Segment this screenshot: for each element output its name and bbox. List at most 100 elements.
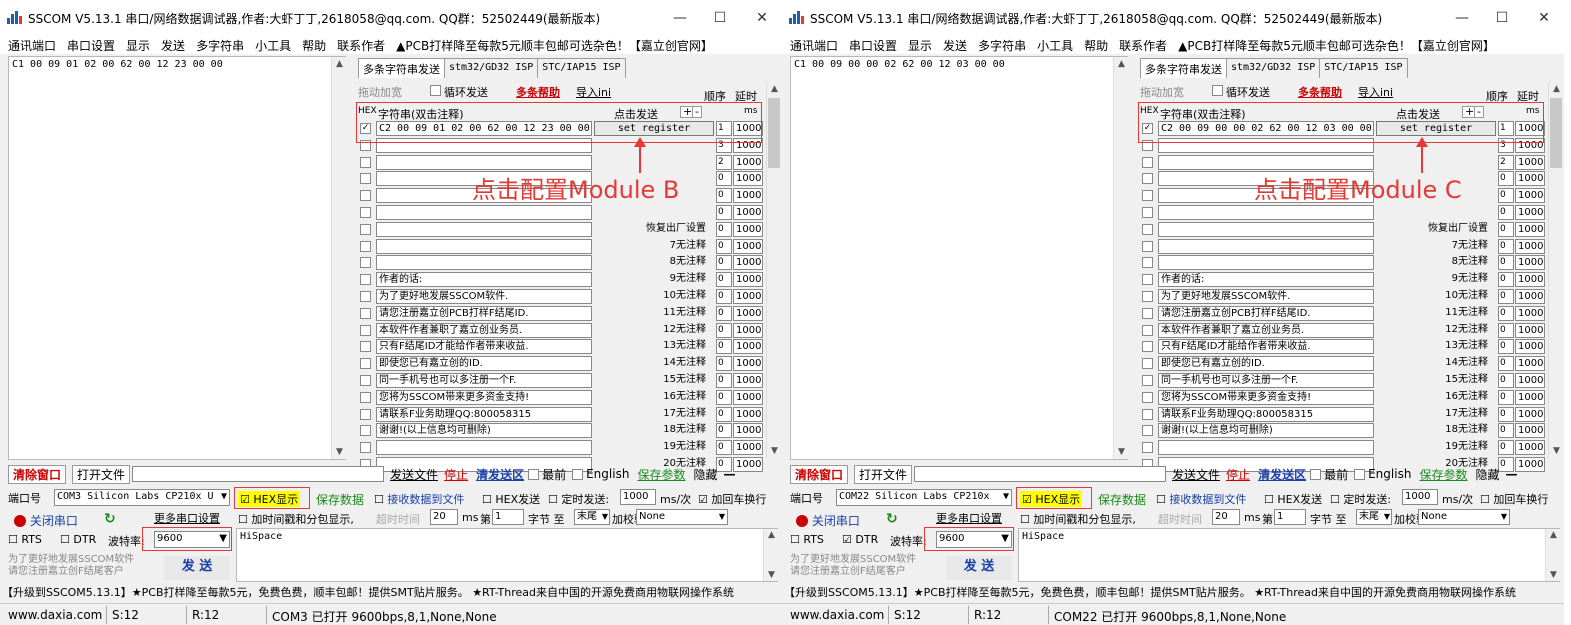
delay-input[interactable]: 1000 (733, 288, 763, 304)
click-send-button[interactable]: 13无注释 (594, 339, 714, 354)
menu-item[interactable]: 多字符串 (196, 37, 244, 54)
scroll-thumb[interactable] (768, 98, 780, 168)
checksum-select[interactable]: None ▼ (1418, 509, 1510, 525)
delay-input[interactable]: 1000 (1515, 389, 1545, 405)
hex-checkbox[interactable] (1142, 257, 1153, 269)
hex-send-checkbox[interactable]: ☐ HEX发送 (482, 491, 540, 507)
string-input[interactable] (376, 221, 592, 237)
order-input[interactable]: 0 (1498, 288, 1514, 304)
delay-input[interactable]: 1000 (1515, 171, 1545, 187)
order-input[interactable]: 0 (1498, 305, 1514, 321)
tab-0[interactable]: 多条字符串发送 (358, 58, 445, 78)
import-ini-button[interactable]: 导入ini (576, 84, 611, 100)
order-input[interactable]: 0 (1498, 322, 1514, 338)
clear-window-button[interactable]: 清除窗口 (8, 464, 67, 484)
hex-checkbox[interactable] (360, 206, 371, 218)
string-input[interactable] (376, 238, 592, 254)
order-input[interactable]: 2 (1498, 154, 1514, 170)
more-settings-button[interactable]: 更多串口设置 (154, 510, 220, 526)
order-input[interactable]: 0 (716, 272, 732, 288)
hex-checkbox[interactable] (360, 240, 371, 252)
hex-checkbox[interactable] (360, 156, 371, 168)
delay-input[interactable]: 1000 (733, 356, 763, 372)
hex-display-checkbox[interactable]: ☑ HEX显示 (238, 491, 301, 507)
delay-input[interactable]: 1000 (733, 305, 763, 321)
ad-banner[interactable]: 【升级到SSCOM5.13.1】★PCB打样降至每款5元，免费色费，顺丰包邮！提… (2, 584, 780, 602)
order-input[interactable]: 0 (1498, 406, 1514, 422)
menu-item[interactable]: 发送 (161, 37, 185, 54)
order-input[interactable]: 0 (1498, 221, 1514, 237)
hex-send-checkbox[interactable]: ☐ HEX发送 (1264, 491, 1322, 507)
click-send-button[interactable]: 17无注释 (594, 407, 714, 422)
menu-item[interactable]: 发送 (943, 37, 967, 54)
order-input[interactable]: 0 (716, 288, 732, 304)
port-select[interactable]: COM3 Silicon Labs CP210x U ▼ (54, 489, 230, 506)
hex-checkbox[interactable] (360, 408, 371, 420)
delay-input[interactable]: 1000 (733, 171, 763, 187)
hex-checkbox[interactable] (360, 341, 371, 353)
delay-input[interactable]: 1000 (1515, 356, 1545, 372)
click-send-button[interactable]: 10无注释 (594, 289, 714, 304)
menu-item[interactable]: 小工具 (255, 37, 291, 54)
delay-input[interactable]: 1000 (1515, 322, 1545, 338)
minimize-icon[interactable]: — (670, 10, 690, 26)
hex-checkbox[interactable] (1142, 408, 1153, 420)
click-send-button[interactable]: 12无注释 (594, 323, 714, 338)
delay-input[interactable]: 1000 (1515, 238, 1545, 254)
string-input[interactable] (1158, 440, 1374, 456)
send-scrollbar[interactable]: ▲ ▼ (1545, 529, 1560, 581)
send-input[interactable]: HiSpace (1018, 528, 1560, 582)
file-path-input[interactable] (914, 466, 1167, 482)
order-input[interactable]: 0 (1498, 356, 1514, 372)
delay-input[interactable]: 1000 (733, 423, 763, 439)
refresh-icon[interactable]: ↻ (886, 511, 898, 527)
dtr-checkbox[interactable]: ☐ DTR (60, 533, 96, 546)
string-input[interactable]: 作者的话: (376, 272, 592, 288)
hex-checkbox[interactable] (360, 324, 371, 336)
delay-input[interactable]: 1000 (733, 389, 763, 405)
menu-item[interactable]: 联系作者 (337, 37, 385, 54)
string-input[interactable]: 只有F结尾ID才能给作者带来收益. (1158, 339, 1374, 355)
click-send-button[interactable]: 18无注释 (1376, 423, 1496, 438)
click-send-button[interactable]: 9无注释 (594, 272, 714, 287)
click-send-button[interactable] (1376, 155, 1496, 170)
delay-input[interactable]: 1000 (733, 440, 763, 456)
menu-item[interactable]: 帮助 (1084, 37, 1108, 54)
click-send-button[interactable]: 恢复出厂设置 (1376, 222, 1496, 237)
delay-input[interactable]: 1000 (1515, 288, 1545, 304)
menu-item[interactable]: 多字符串 (978, 37, 1026, 54)
menu-item[interactable]: 显示 (908, 37, 932, 54)
string-input[interactable]: 为了更好地发展SSCOM软件. (1158, 288, 1374, 304)
hex-checkbox[interactable] (360, 442, 371, 454)
click-send-button[interactable]: 10无注释 (1376, 289, 1496, 304)
order-input[interactable]: 0 (716, 255, 732, 271)
send-file-button[interactable]: 发送文件 (1172, 466, 1220, 483)
tab-0[interactable]: 多条字符串发送 (1140, 58, 1227, 78)
order-input[interactable]: 0 (716, 238, 732, 254)
string-input[interactable]: 本软件作者兼职了嘉立创业务员. (376, 322, 592, 338)
checksum-select[interactable]: None ▼ (636, 509, 728, 525)
string-input[interactable] (1158, 154, 1374, 170)
menu-item[interactable]: 串口设置 (67, 37, 115, 54)
delay-input[interactable]: 1000 (733, 221, 763, 237)
order-input[interactable]: 0 (716, 171, 732, 187)
interval-input[interactable]: 1000 (1402, 489, 1438, 505)
timestamp-checkbox[interactable]: ☐ 加时间戳和分包显示, (1020, 511, 1136, 527)
hex-checkbox[interactable] (1142, 156, 1153, 168)
hide-button[interactable]: 隐藏 (1475, 466, 1499, 483)
order-input[interactable]: 0 (716, 406, 732, 422)
string-input[interactable]: 即使您已有嘉立创的ID. (1158, 356, 1374, 372)
title-bar[interactable]: SSCOM V5.13.1 串口/网络数据调试器,作者:大虾丁丁,2618058… (782, 0, 1564, 36)
multi-help-link[interactable]: 多条帮助 (1298, 84, 1342, 100)
clear-send-button[interactable]: 清发送区 (476, 466, 524, 483)
save-params-button[interactable]: 保存参数 (637, 466, 685, 483)
drag-widen-label[interactable]: 拖动加宽 (358, 84, 402, 100)
refresh-icon[interactable]: ↻ (104, 511, 116, 527)
tab-2[interactable]: STC/IAP15 ISP (537, 58, 626, 78)
hex-checkbox[interactable] (1142, 442, 1153, 454)
scroll-up-icon[interactable]: ▲ (1114, 59, 1129, 69)
click-send-button[interactable]: 19无注释 (594, 440, 714, 455)
receive-area[interactable]: C1 00 09 01 02 00 62 00 12 23 00 00 (8, 56, 346, 460)
scroll-down-icon[interactable]: ▼ (764, 570, 779, 580)
order-input[interactable]: 0 (716, 423, 732, 439)
